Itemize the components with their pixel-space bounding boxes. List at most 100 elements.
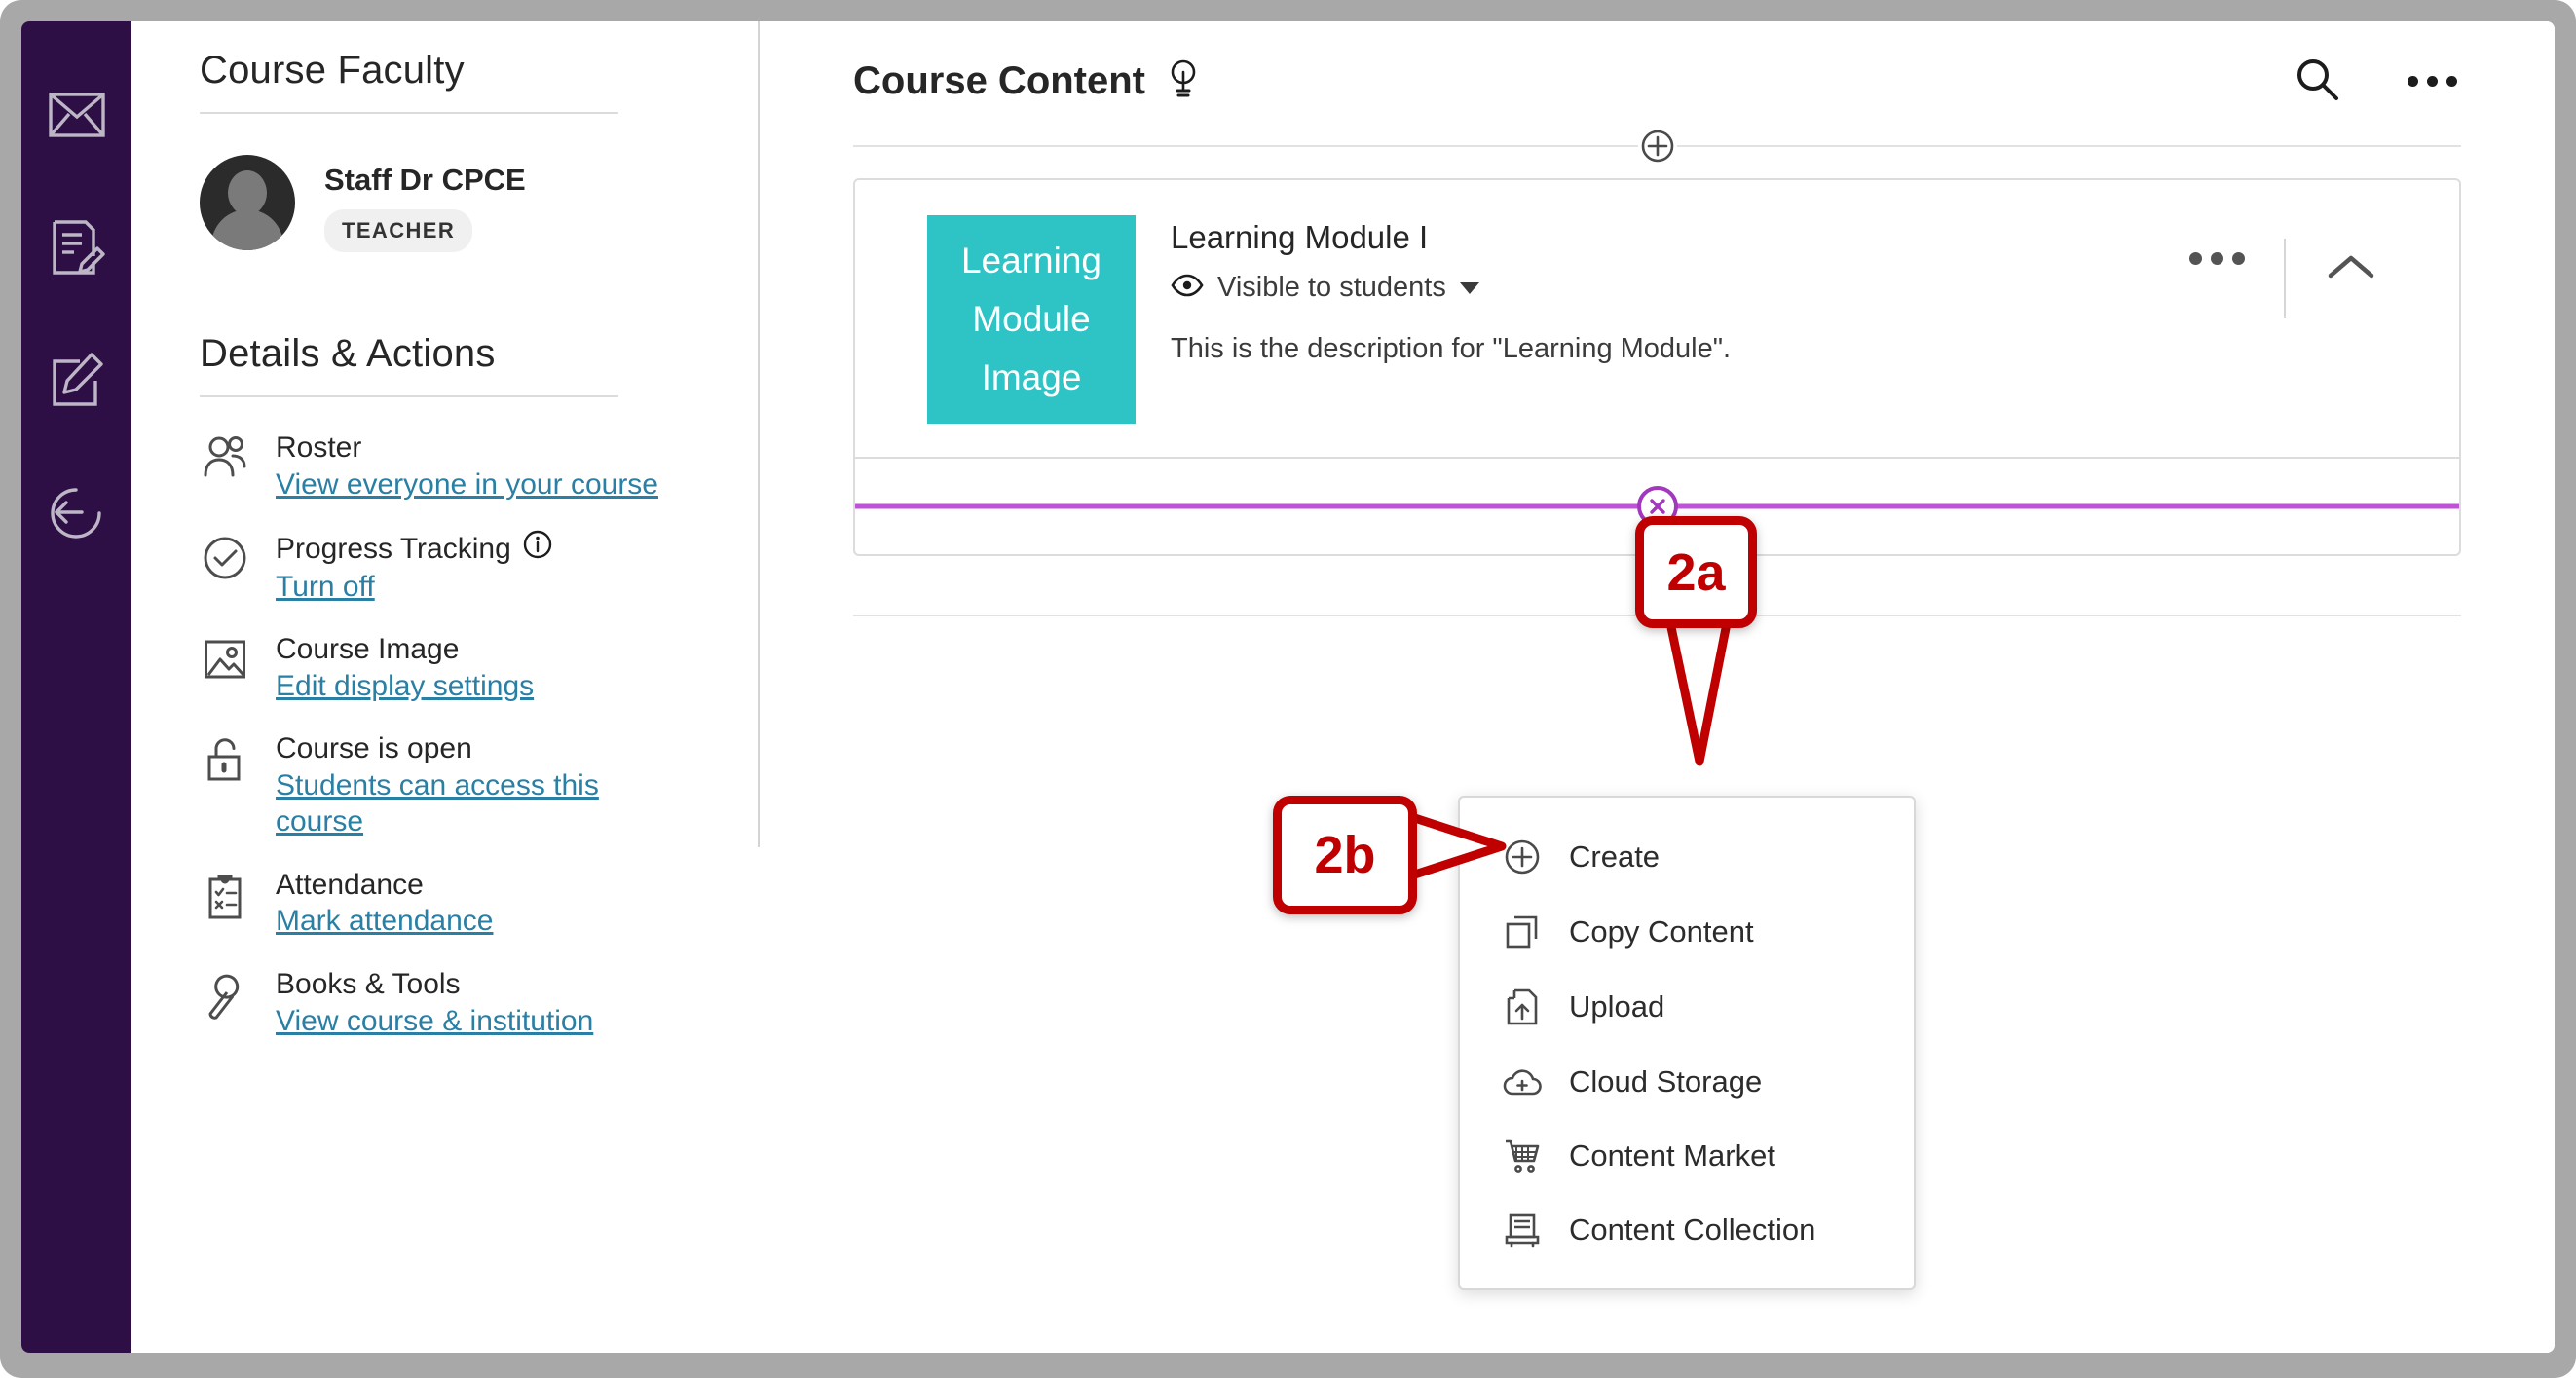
global-nav-rail [21, 21, 131, 1353]
thumbnail-line: Module [972, 299, 1091, 340]
detail-item-books-tools: Books & Tools View course & institution [200, 967, 760, 1039]
callout-2b-label: 2b [1314, 826, 1376, 884]
square-pencil-icon [49, 352, 105, 408]
callout-2b: 2b [1273, 796, 1417, 914]
detail-link-progress-tracking[interactable]: Turn off [276, 569, 375, 606]
menu-item-content-collection[interactable]: Content Collection [1460, 1193, 1914, 1267]
callout-2a: 2a [1635, 516, 1757, 628]
details-actions-list: Roster View everyone in your course Prog… [200, 430, 760, 1039]
course-faculty-heading: Course Faculty [200, 49, 465, 92]
info-icon[interactable] [523, 530, 552, 569]
detail-title: Roster [276, 431, 362, 464]
role-badge: TEACHER [324, 209, 473, 252]
menu-item-content-market[interactable]: Content Market [1460, 1119, 1914, 1193]
detail-title: Progress Tracking [276, 530, 552, 569]
module-title[interactable]: Learning Module I [1171, 219, 2156, 256]
envelope-icon [48, 93, 105, 137]
detail-link-roster[interactable]: View everyone in your course [276, 466, 658, 503]
detail-item-course-open: Course is open Students can access this … [200, 731, 760, 840]
chevron-up-icon[interactable] [2292, 239, 2410, 302]
detail-text-course-open: Course is open Students can access this … [276, 731, 665, 840]
eye-icon [1171, 274, 1204, 302]
rail-item-return[interactable] [30, 446, 124, 578]
plus-circle-icon[interactable] [1637, 127, 1677, 166]
image-icon [200, 632, 250, 681]
module-thumbnail: Learning Module Image [927, 215, 1136, 424]
content-header: Course Content [760, 21, 2555, 106]
create-content-menu: Create Copy Content Upload Cloud Storage… [1458, 796, 1916, 1290]
menu-item-label: Cloud Storage [1569, 1064, 1763, 1099]
detail-text-roster: Roster View everyone in your course [276, 430, 658, 503]
lightbulb-icon[interactable] [1167, 59, 1200, 103]
menu-item-cloud-storage[interactable]: Cloud Storage [1460, 1045, 1914, 1119]
module-controls [2156, 215, 2459, 424]
copy-icon [1503, 914, 1542, 950]
details-heading-rule [200, 395, 618, 397]
dot [2211, 252, 2223, 265]
menu-item-label: Upload [1569, 989, 1665, 1024]
page-title: Course Content [853, 59, 1145, 102]
thumbnail-line: Image [981, 356, 1082, 397]
circular-arrow-left-icon [49, 484, 105, 540]
search-icon[interactable] [2295, 56, 2339, 106]
window-frame: Course Faculty Staff Dr CPCE TEACHER Det… [0, 0, 2576, 1378]
rail-item-compose[interactable] [30, 314, 124, 446]
module-more-options-icon[interactable] [2156, 239, 2278, 279]
shopping-cart-icon [1503, 1138, 1542, 1173]
course-details-sidebar: Course Faculty Staff Dr CPCE TEACHER Det… [131, 21, 760, 1353]
control-divider [2284, 239, 2286, 318]
detail-item-attendance: Attendance Mark attendance [200, 868, 760, 940]
document-edit-icon [49, 219, 105, 276]
detail-text-attendance: Attendance Mark attendance [276, 868, 493, 940]
detail-link-attendance[interactable]: Mark attendance [276, 903, 493, 940]
thumbnail-line: Learning [960, 241, 1101, 281]
upload-file-icon [1503, 988, 1542, 1025]
detail-text-progress-tracking: Progress Tracking Turn off [276, 530, 552, 605]
dot [2427, 76, 2438, 87]
module-description: This is the description for "Learning Mo… [1171, 333, 1732, 364]
faculty-member-name: Staff Dr CPCE [324, 163, 526, 197]
menu-item-create[interactable]: Create [1460, 819, 1914, 895]
avatar [200, 155, 295, 250]
window-viewport: Course Faculty Staff Dr CPCE TEACHER Det… [21, 21, 2555, 1353]
module-top-row: Learning Module Image Learning Module I [855, 180, 2459, 457]
add-content-rule [853, 127, 2461, 166]
check-circle-icon [200, 530, 250, 580]
dot [2232, 252, 2245, 265]
detail-title: Attendance [276, 868, 424, 901]
faculty-member-row: Staff Dr CPCE TEACHER [200, 155, 760, 252]
detail-title: Books & Tools [276, 967, 461, 1000]
detail-link-course-image[interactable]: Edit display settings [276, 668, 534, 705]
detail-link-course-open[interactable]: Students can access this course [276, 767, 665, 840]
visibility-selector[interactable]: Visible to students [1171, 272, 2156, 304]
menu-item-label: Content Collection [1569, 1212, 1816, 1247]
menu-item-copy-content[interactable]: Copy Content [1460, 895, 1914, 969]
learning-module-card: Learning Module Image Learning Module I [853, 178, 2461, 556]
detail-item-roster: Roster View everyone in your course [200, 430, 760, 503]
detail-title-label: Progress Tracking [276, 532, 511, 565]
details-actions-heading: Details & Actions [200, 332, 496, 375]
rail-item-messages[interactable] [30, 49, 124, 181]
unlock-icon [200, 731, 250, 782]
detail-item-progress-tracking: Progress Tracking Turn off [200, 530, 760, 605]
faculty-member-info: Staff Dr CPCE TEACHER [324, 155, 526, 252]
faculty-heading-rule [200, 112, 618, 114]
detail-title: Course is open [276, 732, 472, 765]
dot [2408, 76, 2418, 87]
wrench-icon [200, 967, 250, 1020]
people-icon [200, 430, 250, 477]
module-info: Learning Module I Visible to students Th… [1136, 215, 2156, 424]
menu-item-upload[interactable]: Upload [1460, 969, 1914, 1045]
menu-item-label: Content Market [1569, 1138, 1775, 1173]
clipboard-icon [200, 868, 250, 920]
detail-text-course-image: Course Image Edit display settings [276, 632, 534, 704]
detail-link-books-tools[interactable]: View course & institution [276, 1003, 593, 1040]
detail-title: Course Image [276, 633, 460, 666]
callout-2a-label: 2a [1666, 542, 1726, 602]
chevron-down-icon [1459, 281, 1479, 294]
menu-item-label: Copy Content [1569, 914, 1754, 949]
cloud-plus-icon [1503, 1066, 1542, 1098]
more-options-icon[interactable] [2408, 76, 2457, 87]
menu-item-label: Create [1569, 839, 1661, 874]
rail-item-gradebook[interactable] [30, 181, 124, 314]
